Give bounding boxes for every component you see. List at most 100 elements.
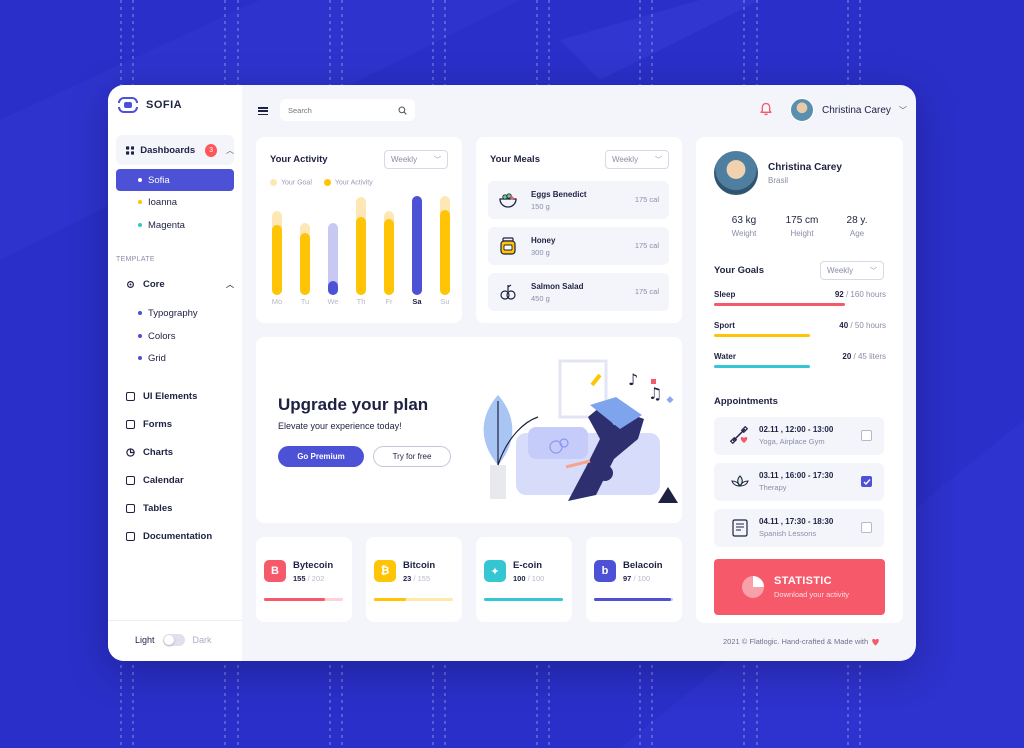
goal-bar bbox=[412, 196, 422, 295]
user-menu[interactable]: Christina Carey ﹀ bbox=[790, 98, 907, 122]
meal-calories: 175 cal bbox=[634, 287, 659, 296]
day-label: We bbox=[327, 297, 339, 306]
logo[interactable]: SOFIA bbox=[118, 95, 182, 115]
statistic-download-button[interactable]: STATISTIC Download your activity bbox=[714, 559, 885, 615]
salad-icon bbox=[500, 284, 516, 300]
sidebar-item-documentation[interactable]: Documentation bbox=[126, 531, 234, 542]
select-value: Weekly bbox=[612, 155, 639, 164]
go-premium-button[interactable]: Go Premium bbox=[278, 446, 364, 467]
meals-card: Your Meals Weekly ﹀ Eggs Benedict 150 g … bbox=[476, 137, 682, 323]
sidebar-item-label: Magenta bbox=[148, 219, 185, 231]
coin-card-belacoin[interactable]: b Belacoin 97 / 100 bbox=[586, 537, 682, 622]
goals-period-select[interactable]: Weekly ﹀ bbox=[820, 261, 884, 280]
activity-bar bbox=[412, 196, 422, 295]
sidebar: SOFIA Dashboards 3 ︿ Sofia Ioanna Magent… bbox=[108, 85, 242, 661]
activity-bar bbox=[440, 210, 450, 295]
meal-item[interactable]: Salmon Salad 450 g 175 cal bbox=[488, 273, 669, 311]
activity-period-select[interactable]: Weekly ﹀ bbox=[384, 150, 448, 169]
sidebar-item-dashboards[interactable]: Dashboards 3 ︿ bbox=[116, 135, 234, 165]
sidebar-item-charts[interactable]: Charts bbox=[126, 447, 234, 458]
select-value: Weekly bbox=[827, 266, 854, 275]
coin-name: E-coin bbox=[513, 560, 543, 571]
theme-dark-label: Dark bbox=[192, 635, 212, 645]
appointment-item[interactable]: 04.11 , 17:30 - 18:30 Spanish Lessons bbox=[714, 509, 884, 547]
avatar bbox=[790, 98, 814, 122]
appointment-checkbox[interactable] bbox=[861, 522, 872, 533]
sidebar-item-tables[interactable]: Tables bbox=[126, 503, 234, 514]
notebook-icon bbox=[732, 519, 748, 537]
bowl-icon bbox=[499, 193, 517, 208]
sidebar-item-ioanna[interactable]: Ioanna bbox=[116, 191, 234, 213]
goal-bar bbox=[272, 211, 282, 295]
try-free-button[interactable]: Try for free bbox=[373, 446, 451, 467]
goal-progress-bar bbox=[714, 303, 845, 306]
sidebar-item-typography[interactable]: Typography bbox=[116, 302, 234, 324]
goal-bar bbox=[440, 196, 450, 295]
sidebar-item-sofia[interactable]: Sofia bbox=[116, 169, 234, 191]
theme-switch[interactable] bbox=[162, 634, 185, 646]
search-input[interactable] bbox=[288, 105, 388, 115]
yoga-illustration: ♪ ♫ bbox=[483, 359, 678, 503]
appointment-description: Yoga, Airplace Gym bbox=[759, 437, 825, 446]
appointment-item[interactable]: 03.11 , 16:00 - 17:30 Therapy bbox=[714, 463, 884, 501]
bell-icon[interactable] bbox=[760, 102, 772, 116]
coin-progress-track bbox=[264, 598, 343, 601]
chart-legend: Your Goal Your Activity bbox=[270, 179, 373, 186]
meals-period-select[interactable]: Weekly ﹀ bbox=[605, 150, 669, 169]
appointment-checkbox[interactable] bbox=[861, 476, 872, 487]
coin-card-e-coin[interactable]: ✦ E-coin 100 / 100 bbox=[476, 537, 572, 622]
appointment-checkbox[interactable] bbox=[861, 430, 872, 441]
dot-icon bbox=[138, 178, 142, 182]
chevron-down-icon: ﹀ bbox=[870, 267, 877, 275]
footer-text: 2021 © Flatlogic. Hand-crafted & Made wi… bbox=[723, 637, 869, 646]
meal-item[interactable]: Eggs Benedict 150 g 175 cal bbox=[488, 181, 669, 219]
profile-country: Brasil bbox=[768, 176, 789, 185]
table-icon bbox=[126, 504, 135, 513]
belacoin-icon: b bbox=[594, 560, 616, 582]
theme-light-label: Light bbox=[135, 635, 155, 645]
day-axis: Mo Tu We Th Fr Sa Su bbox=[268, 297, 450, 307]
select-value: Weekly bbox=[391, 155, 418, 164]
sidebar-item-core[interactable]: Core ︿ bbox=[126, 279, 234, 290]
activity-bar bbox=[356, 217, 366, 295]
upgrade-title: Upgrade your plan bbox=[278, 395, 429, 414]
sidebar-item-colors[interactable]: Colors bbox=[116, 325, 234, 347]
activity-bar bbox=[300, 233, 310, 295]
sidebar-item-magenta[interactable]: Magenta bbox=[116, 214, 234, 236]
sidebar-item-calendar[interactable]: Calendar bbox=[126, 475, 234, 486]
goal-progress-bar bbox=[714, 365, 811, 368]
notification-badge: 3 bbox=[205, 143, 217, 157]
goal-bar bbox=[300, 223, 310, 295]
goal-bar bbox=[356, 197, 366, 295]
check-icon bbox=[863, 478, 871, 485]
meal-item[interactable]: Honey 300 g 175 cal bbox=[488, 227, 669, 265]
sidebar-item-ui-elements[interactable]: UI Elements bbox=[126, 391, 234, 402]
statistic-subtitle: Download your activity bbox=[774, 590, 850, 599]
search-icon[interactable] bbox=[398, 105, 407, 115]
sidebar-item-forms[interactable]: Forms bbox=[126, 419, 234, 430]
menu-icon[interactable] bbox=[258, 107, 268, 115]
footer: 2021 © Flatlogic. Hand-crafted & Made wi… bbox=[723, 637, 880, 646]
sidebar-item-label: UI Elements bbox=[143, 391, 198, 402]
coin-card-bitcoin[interactable]: ₿ Bitcoin 23 / 155 bbox=[366, 537, 462, 622]
activity-title: Your Activity bbox=[270, 154, 328, 165]
sidebar-item-grid[interactable]: Grid bbox=[116, 347, 234, 369]
chevron-down-icon: ﹀ bbox=[434, 156, 441, 164]
coin-card-bytecoin[interactable]: B Bytecoin 155 / 202 bbox=[256, 537, 352, 622]
chevron-down-icon: ﹀ bbox=[655, 156, 662, 164]
brand-name: SOFIA bbox=[146, 99, 183, 111]
day-label: Th bbox=[356, 297, 366, 306]
goal-bar bbox=[384, 211, 394, 295]
coin-progress-track bbox=[594, 598, 673, 601]
meal-calories: 175 cal bbox=[634, 241, 659, 250]
gear-icon bbox=[127, 281, 134, 288]
goal-bar bbox=[328, 223, 338, 295]
appointment-item[interactable]: 02.11 , 12:00 - 13:00 Yoga, Airplace Gym bbox=[714, 417, 884, 455]
chevron-down-icon: ﹀ bbox=[898, 105, 907, 115]
coin-progress-track bbox=[374, 598, 453, 601]
bytecoin-icon: B bbox=[264, 560, 286, 582]
meals-title: Your Meals bbox=[490, 154, 540, 165]
sidebar-item-label: Ioanna bbox=[148, 196, 178, 208]
honey-jar-icon bbox=[500, 237, 516, 255]
meal-weight: 150 g bbox=[531, 202, 550, 211]
